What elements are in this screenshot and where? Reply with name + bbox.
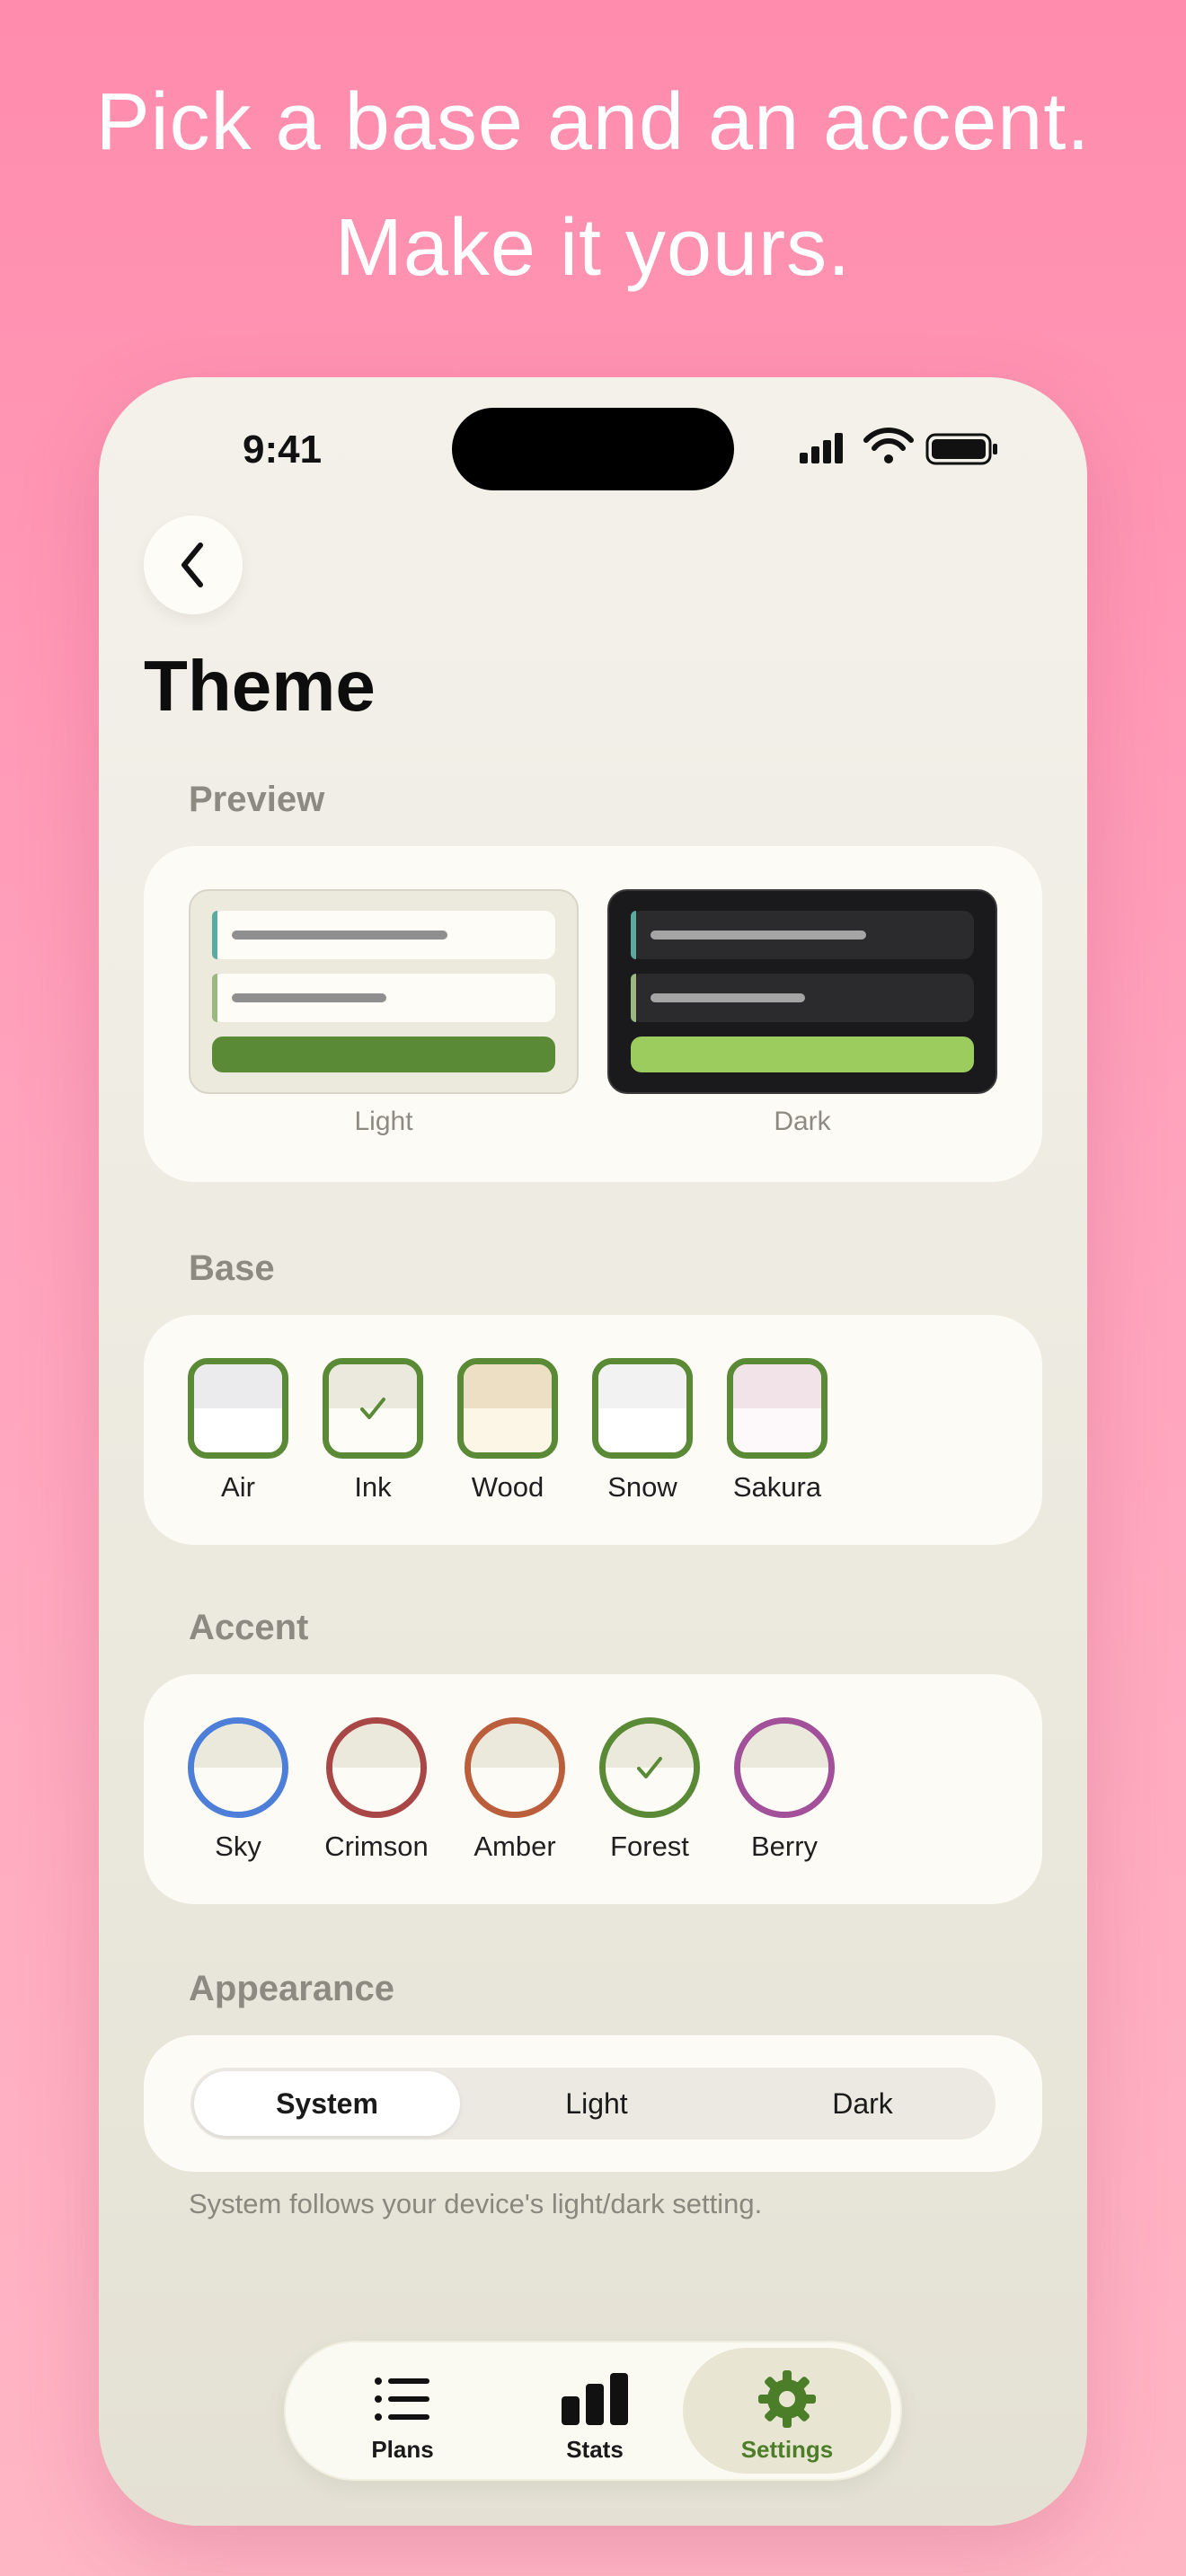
- list-icon: [375, 2378, 429, 2421]
- accent-option-label: Sky: [215, 1831, 261, 1862]
- preview-dark-label: Dark: [774, 1107, 831, 1136]
- base-option-label: Snow: [607, 1471, 677, 1503]
- accent-option-label: Crimson: [324, 1831, 429, 1862]
- tab-label-settings: Settings: [740, 2436, 834, 2463]
- section-label-base: Base: [189, 1248, 275, 1288]
- accent-option-forest[interactable]: Forest: [582, 1717, 717, 1863]
- base-swatch: [188, 1358, 288, 1459]
- accent-swatch: [465, 1717, 565, 1818]
- checkmark-icon: [606, 1724, 694, 1812]
- accent-swatch: [599, 1717, 700, 1818]
- accent-option-berry[interactable]: Berry: [717, 1717, 852, 1863]
- base-option-sakura[interactable]: Sakura: [710, 1358, 845, 1504]
- base-swatch: [323, 1358, 423, 1459]
- appearance-option-light[interactable]: Light: [464, 2068, 730, 2139]
- page-title: Theme: [144, 646, 376, 726]
- base-option-wood[interactable]: Wood: [440, 1358, 575, 1504]
- tab-stats[interactable]: Stats: [491, 2348, 699, 2474]
- phone-frame: 9:41 Theme Preview Light Dark Base Air I…: [99, 377, 1087, 2526]
- headline-line-2: Make it yours.: [334, 203, 852, 293]
- accent-option-label: Berry: [750, 1831, 819, 1862]
- base-option-snow[interactable]: Snow: [575, 1358, 710, 1504]
- base-swatch: [457, 1358, 558, 1459]
- accent-swatch: [734, 1717, 835, 1818]
- accent-card: Sky Crimson Amber Forest Berry: [144, 1674, 1042, 1904]
- back-button[interactable]: [144, 516, 243, 614]
- accent-option-amber[interactable]: Amber: [447, 1717, 582, 1863]
- section-label-appearance: Appearance: [189, 1969, 394, 2008]
- accent-option-crimson[interactable]: Crimson: [309, 1717, 444, 1863]
- gear-icon: [758, 2370, 816, 2428]
- base-swatch: [592, 1358, 693, 1459]
- headline-line-1: Pick a base and an accent.: [95, 77, 1091, 167]
- preview-light-thumb[interactable]: [189, 889, 579, 1094]
- appearance-card: System Light Dark: [144, 2035, 1042, 2172]
- base-option-label: Air: [221, 1471, 255, 1503]
- tab-bar: Plans Stats Settings: [284, 2341, 902, 2481]
- accent-option-label: Amber: [474, 1831, 556, 1862]
- tab-label-stats: Stats: [566, 2436, 624, 2463]
- status-time: 9:41: [243, 428, 323, 472]
- section-label-accent: Accent: [189, 1608, 309, 1647]
- base-option-label: Ink: [354, 1471, 392, 1503]
- accent-swatch: [326, 1717, 427, 1818]
- accent-option-sky[interactable]: Sky: [171, 1717, 305, 1863]
- tab-label-plans: Plans: [371, 2436, 434, 2463]
- status-icons: [800, 428, 1006, 467]
- tab-plans[interactable]: Plans: [298, 2348, 507, 2474]
- tab-settings[interactable]: Settings: [683, 2348, 891, 2474]
- section-label-preview: Preview: [189, 780, 325, 819]
- base-option-label: Sakura: [732, 1471, 822, 1503]
- base-option-ink[interactable]: Ink: [305, 1358, 440, 1504]
- appearance-help-text: System follows your device's light/dark …: [189, 2188, 763, 2219]
- base-swatch: [727, 1358, 828, 1459]
- signal-wifi-battery-icon: [800, 428, 997, 465]
- base-option-air[interactable]: Air: [171, 1358, 305, 1504]
- preview-card: Light Dark: [144, 846, 1042, 1182]
- accent-option-label: Forest: [610, 1831, 689, 1862]
- preview-dark-thumb[interactable]: [607, 889, 997, 1094]
- dynamic-island: [452, 408, 734, 490]
- chevron-left-icon: [181, 543, 203, 587]
- base-option-label: Wood: [471, 1471, 544, 1503]
- accent-swatch: [188, 1717, 288, 1818]
- checkmark-icon: [329, 1364, 417, 1452]
- appearance-option-dark[interactable]: Dark: [730, 2068, 996, 2139]
- appearance-option-system[interactable]: System: [194, 2071, 460, 2136]
- marketing-headline: Pick a base and an accent. Make it yours…: [0, 59, 1186, 311]
- bar-chart-icon: [562, 2373, 628, 2425]
- appearance-segmented-control: System Light Dark: [190, 2068, 996, 2139]
- base-card: Air Ink Wood Snow Sakura: [144, 1315, 1042, 1545]
- preview-light-label: Light: [354, 1107, 413, 1136]
